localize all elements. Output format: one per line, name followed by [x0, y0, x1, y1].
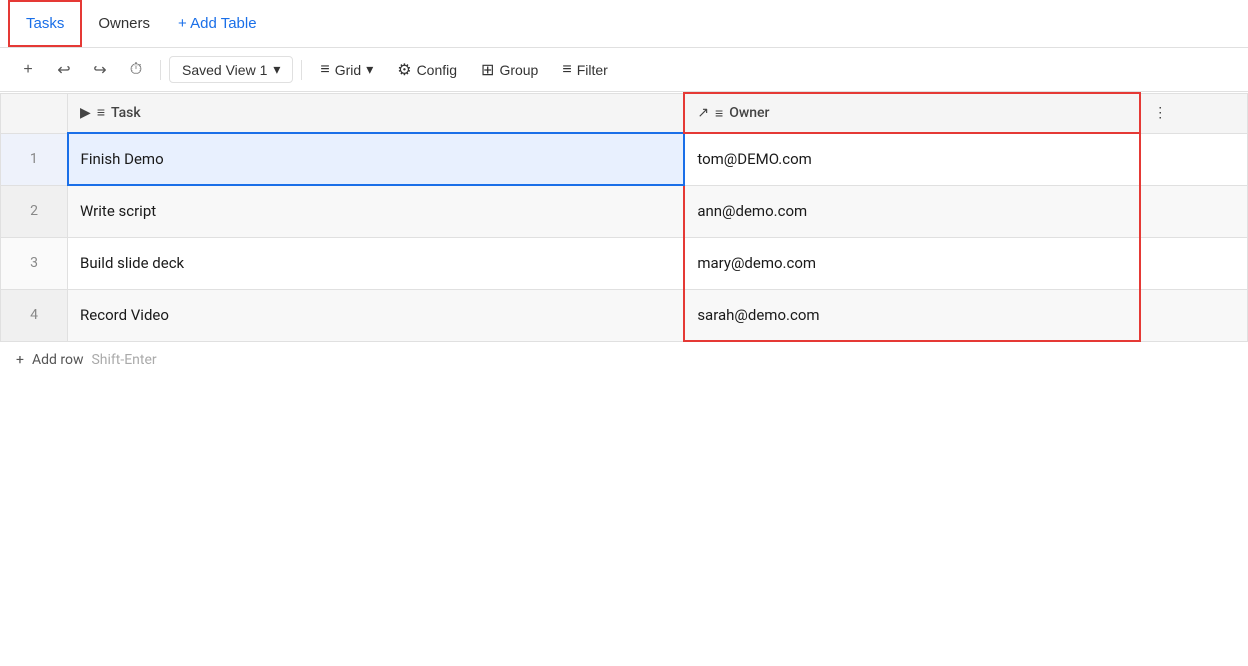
cell-rownum: 1 [1, 133, 68, 185]
group-button[interactable]: ⊞ Group [471, 56, 548, 84]
table-row[interactable]: 1Finish Demotom@DEMO.com [1, 133, 1248, 185]
cell-task[interactable]: Write script [68, 185, 685, 237]
cell-rownum: 2 [1, 185, 68, 237]
table-row[interactable]: 4Record Videosarah@demo.com [1, 289, 1248, 341]
extra-col-menu-icon: ⋮ [1153, 105, 1167, 121]
config-icon: ⚙ [397, 60, 411, 80]
saved-view-label: Saved View 1 [182, 62, 267, 78]
undo-button[interactable]: ↩ [48, 54, 80, 86]
col-header-task[interactable]: ▶ ≡ Task [68, 93, 685, 133]
cell-task[interactable]: Record Video [68, 289, 685, 341]
tab-bar: Tasks Owners + Add Table [0, 0, 1248, 48]
cell-extra [1140, 237, 1247, 289]
tab-owners-label: Owners [98, 15, 150, 32]
page-content: Tasks Owners + Add Table + ↩ ↪ ⏱ Saved V… [0, 0, 1248, 666]
col-header-rownum [1, 93, 68, 133]
table-header-row: ▶ ≡ Task ↗ ≡ Owner ⋮ [1, 93, 1248, 133]
cell-owner[interactable]: tom@DEMO.com [684, 133, 1140, 185]
chevron-down-icon: ▾ [273, 61, 280, 78]
cell-extra [1140, 133, 1247, 185]
owner-col-link-icon: ↗ [697, 105, 709, 121]
table-row[interactable]: 2Write scriptann@demo.com [1, 185, 1248, 237]
add-table-label: + Add Table [178, 15, 257, 32]
cell-owner[interactable]: ann@demo.com [684, 185, 1140, 237]
task-col-sort-icon: ≡ [97, 104, 105, 121]
toolbar: + ↩ ↪ ⏱ Saved View 1 ▾ ≡ Grid ▾ ⚙ Config… [0, 48, 1248, 92]
group-label: Group [499, 62, 538, 78]
grid-chevron-icon: ▾ [366, 61, 373, 78]
add-icon: + [23, 61, 32, 79]
task-col-label: Task [111, 105, 141, 121]
history-button[interactable]: ⏱ [120, 54, 152, 86]
redo-button[interactable]: ↪ [84, 54, 116, 86]
redo-icon: ↪ [93, 60, 106, 80]
add-row-hint: Shift-Enter [91, 352, 156, 368]
history-icon: ⏱ [130, 61, 142, 79]
cell-owner[interactable]: mary@demo.com [684, 237, 1140, 289]
config-label: Config [417, 62, 457, 78]
col-header-owner[interactable]: ↗ ≡ Owner [684, 93, 1140, 133]
group-icon: ⊞ [481, 60, 494, 80]
cell-task[interactable]: Finish Demo [68, 133, 685, 185]
tab-tasks[interactable]: Tasks [8, 0, 82, 47]
owner-col-sort-icon: ≡ [715, 105, 723, 122]
add-row-label: Add row [32, 352, 84, 368]
owner-col-label: Owner [729, 105, 769, 121]
cell-task[interactable]: Build slide deck [68, 237, 685, 289]
main-table: ▶ ≡ Task ↗ ≡ Owner ⋮ [0, 92, 1248, 342]
grid-icon: ≡ [320, 61, 329, 79]
config-button[interactable]: ⚙ Config [387, 56, 467, 84]
grid-label: Grid [335, 62, 361, 78]
col-header-extra[interactable]: ⋮ [1140, 93, 1247, 133]
cell-owner[interactable]: sarah@demo.com [684, 289, 1140, 341]
filter-icon: ≡ [562, 61, 571, 79]
cell-rownum: 3 [1, 237, 68, 289]
tab-tasks-label: Tasks [26, 15, 64, 32]
filter-button[interactable]: ≡ Filter [552, 57, 617, 83]
saved-view-button[interactable]: Saved View 1 ▾ [169, 56, 293, 83]
add-row-section[interactable]: + Add row Shift-Enter [0, 342, 1248, 378]
add-row-plus-icon: + [16, 352, 24, 368]
toolbar-divider-1 [160, 60, 161, 80]
filter-label: Filter [577, 62, 608, 78]
cell-rownum: 4 [1, 289, 68, 341]
tab-owners[interactable]: Owners [82, 0, 166, 47]
table-row[interactable]: 3Build slide deckmary@demo.com [1, 237, 1248, 289]
task-col-flag-icon: ▶ [80, 105, 91, 121]
cell-extra [1140, 289, 1247, 341]
add-button[interactable]: + [12, 54, 44, 86]
grid-button[interactable]: ≡ Grid ▾ [310, 57, 383, 83]
cell-extra [1140, 185, 1247, 237]
add-table-button[interactable]: + Add Table [166, 15, 269, 32]
toolbar-divider-2 [301, 60, 302, 80]
table-container: ▶ ≡ Task ↗ ≡ Owner ⋮ [0, 92, 1248, 666]
undo-icon: ↩ [57, 60, 70, 80]
